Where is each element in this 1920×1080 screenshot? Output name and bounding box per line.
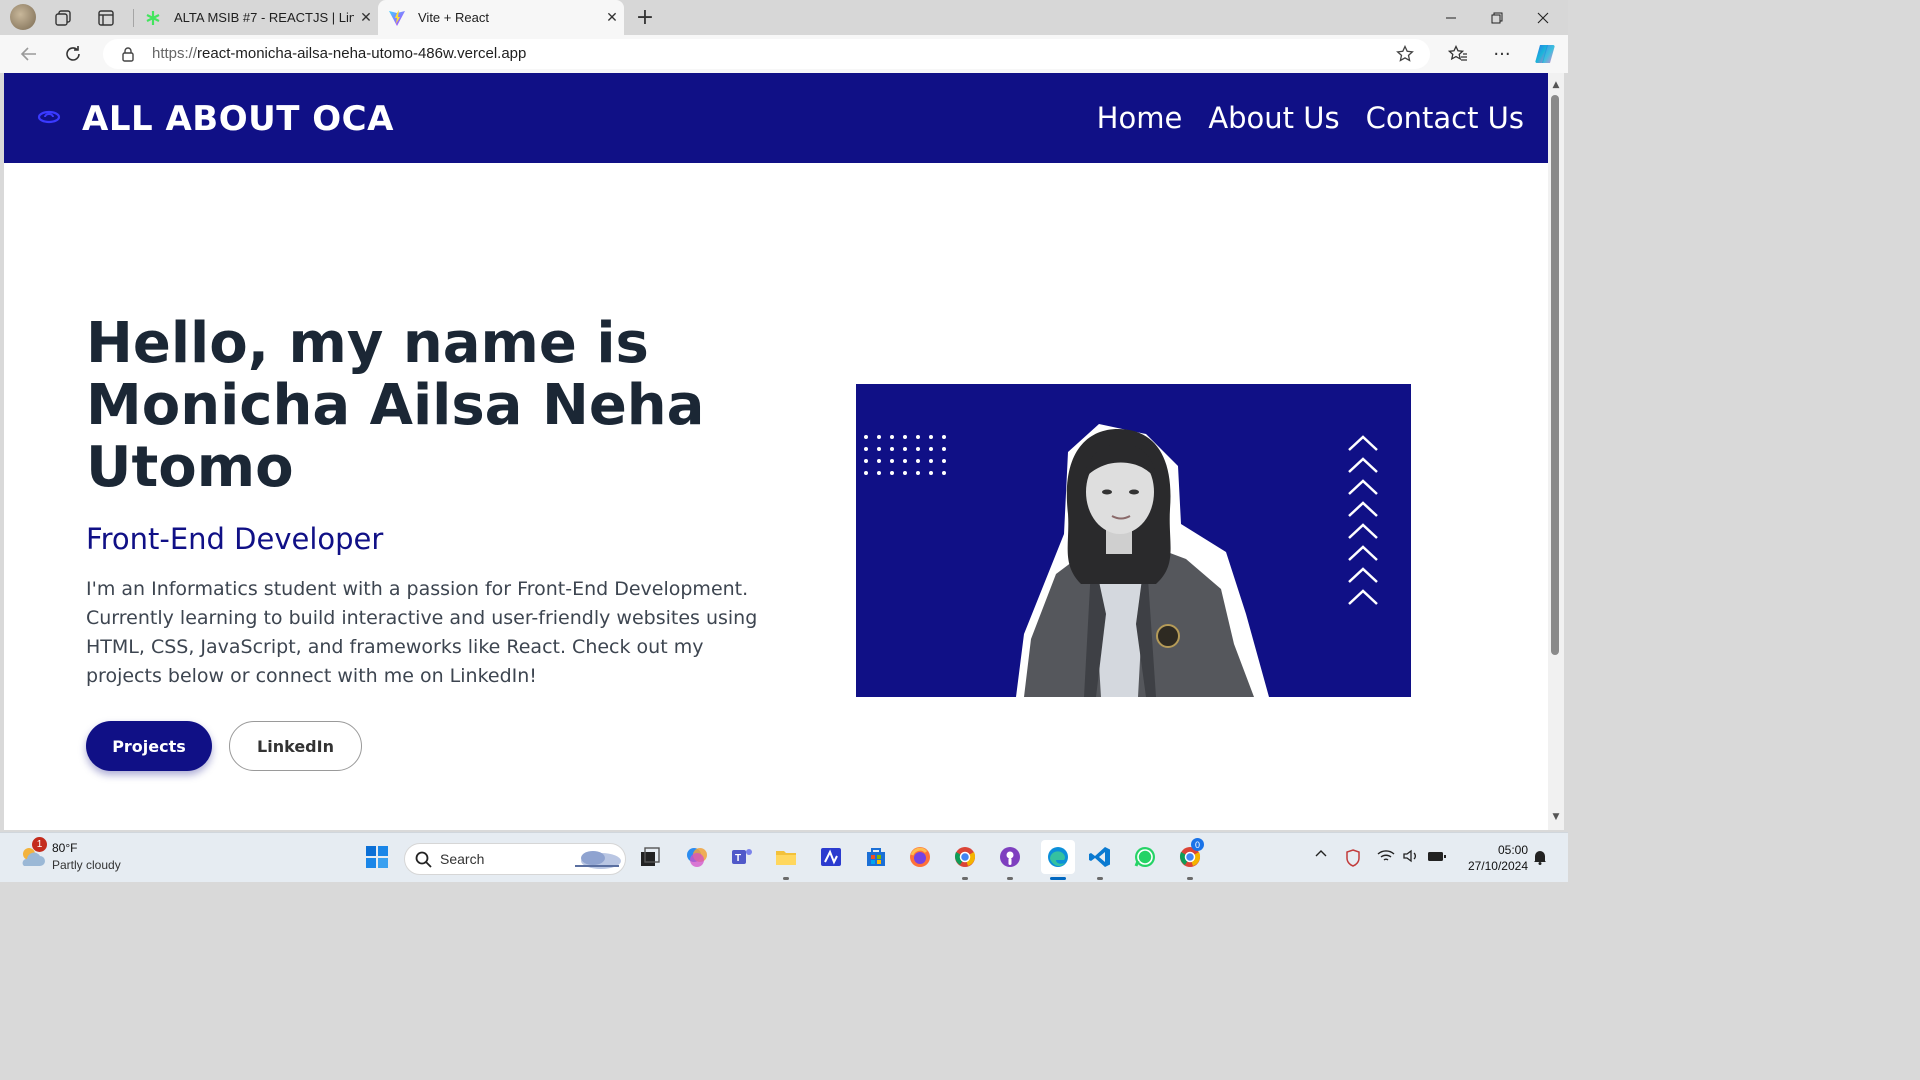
notification-bell-icon[interactable] — [1533, 849, 1547, 869]
chevron-up-icon[interactable] — [1314, 847, 1328, 862]
hero-role: Front-End Developer — [86, 522, 384, 556]
firefox-icon[interactable] — [906, 843, 934, 871]
nav-home-link[interactable]: Home — [1097, 101, 1183, 135]
favorites-icon[interactable] — [1446, 42, 1470, 66]
search-icon — [415, 851, 432, 872]
new-tab-button[interactable]: + — [633, 5, 657, 30]
nav-links: Home About Us Contact Us — [1097, 101, 1524, 135]
running-indicator — [1187, 877, 1193, 880]
microsoft-store-icon[interactable] — [862, 843, 890, 871]
running-indicator — [783, 877, 789, 880]
volume-icon[interactable] — [1402, 849, 1420, 867]
running-indicator — [1007, 877, 1013, 880]
podcast-app-icon[interactable] — [996, 843, 1024, 871]
linktree-favicon-icon — [144, 9, 162, 27]
restore-icon[interactable] — [1474, 0, 1520, 35]
search-highlight-icon — [571, 846, 623, 876]
url-field[interactable]: https://react-monicha-ailsa-neha-utomo-4… — [103, 39, 1430, 69]
search-label: Search — [440, 851, 485, 867]
tab-vite-react[interactable]: Vite + React ✕ — [378, 0, 624, 35]
dot-grid-decoration — [864, 435, 946, 475]
teams-icon[interactable]: T — [728, 843, 756, 871]
svg-text:T: T — [735, 853, 741, 864]
minimize-icon[interactable] — [1428, 0, 1474, 35]
brand-name[interactable]: ALL ABOUT OCA — [82, 99, 394, 139]
running-indicator — [962, 877, 968, 880]
chrome-icon[interactable]: 0 — [1176, 838, 1204, 871]
scroll-down-icon[interactable]: ▼ — [1550, 812, 1562, 822]
clock-time: 05:00 — [1497, 843, 1528, 857]
active-app-indicator — [1050, 877, 1066, 880]
editor-app-icon[interactable] — [817, 843, 845, 871]
clock-date: 27/10/2024 — [1467, 859, 1528, 873]
tab-title: ALTA MSIB #7 - REACTJS | Linktree — [174, 10, 354, 25]
windows-taskbar: 1 80°F Partly cloudy Search T 0 05:00 27… — [0, 832, 1568, 882]
weather-temperature: 80°F — [52, 841, 78, 855]
url-text: https://react-monicha-ailsa-neha-utomo-4… — [152, 45, 527, 62]
chrome-profile-icon[interactable] — [951, 843, 979, 871]
tab-actions-icon[interactable] — [94, 6, 118, 30]
close-tab-icon[interactable]: ✕ — [354, 9, 378, 26]
tab-title: Vite + React — [418, 10, 489, 25]
scroll-thumb[interactable] — [1551, 95, 1559, 655]
file-explorer-icon[interactable] — [772, 843, 800, 871]
vscode-icon[interactable] — [1086, 843, 1114, 871]
chrome-notification-badge: 0 — [1191, 838, 1204, 851]
weather-widget[interactable]: 1 80°F Partly cloudy — [18, 837, 158, 877]
security-shield-icon[interactable] — [1345, 849, 1361, 871]
workspaces-icon[interactable] — [51, 6, 75, 30]
edge-icon[interactable] — [1041, 840, 1075, 874]
system-clock[interactable]: 05:00 27/10/2024 — [1458, 842, 1528, 874]
weather-description: Partly cloudy — [52, 858, 121, 872]
chevron-decoration — [1348, 435, 1378, 605]
close-tab-icon[interactable]: ✕ — [600, 9, 624, 26]
nav-about-link[interactable]: About Us — [1208, 101, 1339, 135]
profile-photo — [856, 384, 1411, 697]
windows-start-icon[interactable] — [363, 843, 391, 871]
favorite-star-icon[interactable] — [1396, 44, 1414, 67]
more-menu-icon[interactable]: ··· — [1490, 42, 1514, 66]
weather-notification-badge: 1 — [32, 837, 47, 852]
profile-avatar[interactable] — [10, 4, 36, 30]
task-view-icon[interactable] — [636, 843, 664, 871]
copilot-app-icon[interactable] — [683, 843, 711, 871]
running-indicator — [1097, 877, 1103, 880]
copilot-icon[interactable] — [1533, 42, 1557, 66]
taskbar-search-box[interactable]: Search — [404, 843, 626, 875]
whatsapp-icon[interactable] — [1131, 843, 1159, 871]
projects-button[interactable]: Projects — [86, 721, 212, 771]
hero-description: I'm an Informatics student with a passio… — [86, 578, 758, 687]
scroll-up-icon[interactable]: ▲ — [1550, 80, 1562, 90]
site-navbar: ALL ABOUT OCA Home About Us Contact Us — [4, 73, 1548, 163]
battery-icon[interactable] — [1427, 849, 1447, 867]
browser-tab-bar: ALTA MSIB #7 - REACTJS | Linktree ✕ Vite… — [0, 0, 1568, 35]
refresh-icon[interactable] — [61, 42, 85, 66]
lock-icon[interactable] — [121, 46, 135, 66]
vite-favicon-icon — [388, 9, 406, 27]
back-icon[interactable] — [17, 42, 41, 66]
page-viewport: ALL ABOUT OCA Home About Us Contact Us H… — [4, 73, 1548, 830]
address-toolbar: https://react-monicha-ailsa-neha-utomo-4… — [0, 35, 1568, 73]
linkedin-button[interactable]: LinkedIn — [229, 721, 362, 771]
nav-contact-link[interactable]: Contact Us — [1366, 101, 1524, 135]
close-window-icon[interactable] — [1520, 0, 1566, 35]
brand-logo-icon[interactable] — [37, 109, 61, 128]
tab-linktree[interactable]: ALTA MSIB #7 - REACTJS | Linktree ✕ — [134, 0, 378, 35]
wifi-icon[interactable] — [1377, 849, 1395, 867]
hero-title: Hello, my name is Monicha Ailsa Neha Uto… — [86, 311, 705, 500]
